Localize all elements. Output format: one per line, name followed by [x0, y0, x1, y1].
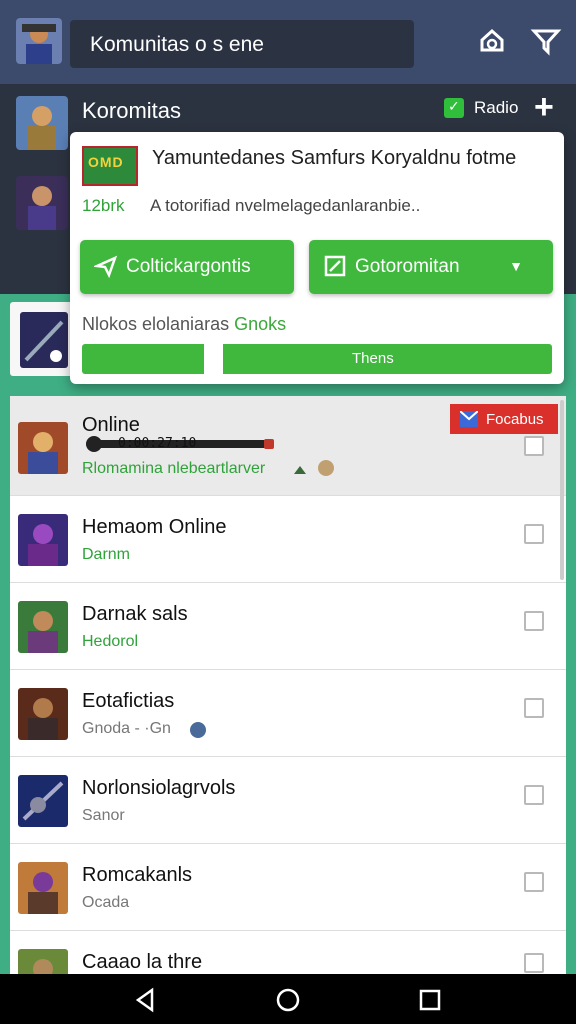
primary-action-label: Coltickargontis — [126, 256, 251, 277]
notification-icon[interactable] — [476, 26, 508, 58]
item-name: Eotafictias — [82, 690, 175, 712]
game-thumbnail — [20, 312, 68, 368]
back-icon[interactable] — [132, 986, 160, 1014]
send-icon — [92, 254, 118, 279]
secondary-action-button[interactable]: Gotoromitan ▼ — [309, 240, 553, 294]
favorites-label: Focabus — [486, 411, 544, 428]
popup-heading: Yamuntedanes Samfurs Koryaldnu fotme — [152, 147, 517, 169]
envelope-icon — [459, 410, 479, 427]
item-checkbox[interactable] — [524, 524, 544, 544]
system-navigation-bar — [0, 974, 576, 1024]
download-status-highlight: Gnoks — [234, 314, 287, 334]
game-thumbnail — [18, 422, 68, 474]
item-name: Caaao la thre — [82, 951, 203, 973]
download-popup: OMD Yamuntedanes Samfurs Koryaldnu fotme… — [70, 132, 564, 384]
item-subtitle: Sanor — [82, 807, 125, 824]
list-item[interactable]: Darnak sals Hedorol — [10, 583, 566, 670]
item-subtitle: Gnoda - ·Gn — [82, 720, 171, 737]
playback-time: 0:00:27:10 — [118, 436, 197, 451]
game-list: Online 0:00:27:10 Rlomamina nlebeartlarv… — [10, 396, 566, 974]
primary-action-button[interactable]: Coltickargontis — [80, 240, 294, 294]
game-thumbnail[interactable] — [16, 96, 68, 150]
item-subtitle: Ocada — [82, 894, 130, 911]
popup-description: A totorifiad nvelmelagedanlaranbie.. — [150, 196, 421, 215]
download-status-text: Nlokos elolaniaras — [82, 314, 230, 334]
game-thumbnail — [18, 862, 68, 914]
item-name: Online — [82, 414, 140, 436]
game-thumbnail — [18, 949, 68, 974]
item-subtitle: Darnm — [82, 546, 131, 563]
badge-label[interactable]: Radio — [474, 98, 518, 118]
shield-icon — [190, 722, 206, 738]
item-checkbox[interactable] — [524, 436, 544, 456]
item-subtitle: Rlomamina nlebeartlarver — [82, 460, 266, 477]
home-icon[interactable] — [274, 986, 302, 1014]
slider-end — [264, 439, 274, 449]
list-scrollbar[interactable] — [560, 400, 564, 580]
slider-knob[interactable] — [86, 436, 102, 452]
checkbox-checked-icon[interactable] — [444, 98, 464, 118]
item-name: Norlonsiolagrvols — [82, 777, 236, 799]
logo-text: OMD — [88, 154, 124, 170]
item-checkbox[interactable] — [524, 872, 544, 892]
game-thumbnail — [18, 601, 68, 653]
file-size: 12brk — [82, 196, 125, 215]
list-item[interactable]: Caaao la thre — [10, 931, 566, 974]
favorites-button[interactable]: Focabus — [450, 404, 558, 434]
progress-gap — [204, 344, 223, 374]
search-text: Komunitas o s ene — [90, 33, 264, 56]
secondary-action-label: Gotoromitan — [355, 256, 460, 277]
list-item-selected[interactable]: Online 0:00:27:10 Rlomamina nlebeartlarv… — [10, 396, 566, 496]
item-name: Hemaom Online — [82, 516, 227, 538]
list-item[interactable]: Norlonsiolagrvols Sanor — [10, 757, 566, 844]
list-item[interactable]: Hemaom Online Darnm — [10, 496, 566, 583]
item-checkbox[interactable] — [524, 953, 544, 973]
item-subtitle: Hedorol — [82, 633, 139, 650]
app-logo: OMD — [82, 146, 138, 186]
section-title: Koromitas — [82, 98, 182, 123]
recents-icon[interactable] — [416, 986, 444, 1014]
game-thumbnail — [18, 514, 68, 566]
item-name: Romcakanls — [82, 864, 193, 886]
pin-icon — [292, 462, 308, 478]
search-bar[interactable]: Komunitas o s ene — [70, 20, 414, 68]
item-checkbox[interactable] — [524, 785, 544, 805]
coin-icon — [318, 460, 334, 476]
item-checkbox[interactable] — [524, 698, 544, 718]
top-app-bar: Komunitas o s ene — [0, 0, 576, 84]
list-item[interactable]: Romcakanls Ocada — [10, 844, 566, 931]
list-item[interactable]: Eotafictias Gnoda - ·Gn — [10, 670, 566, 757]
game-thumbnail — [18, 775, 68, 827]
download-progress-bar: Thens — [82, 344, 552, 374]
filter-icon[interactable] — [530, 26, 562, 58]
game-thumbnail[interactable] — [16, 176, 68, 230]
avatar[interactable] — [16, 18, 62, 64]
edit-icon — [323, 254, 347, 278]
plus-icon[interactable]: + — [534, 88, 554, 127]
item-checkbox[interactable] — [524, 611, 544, 631]
chevron-down-icon[interactable]: ▼ — [509, 258, 523, 274]
progress-label: Thens — [352, 350, 394, 367]
download-status: Nlokos elolaniaras Gnoks — [82, 314, 286, 335]
item-name: Darnak sals — [82, 603, 188, 625]
game-thumbnail — [18, 688, 68, 740]
